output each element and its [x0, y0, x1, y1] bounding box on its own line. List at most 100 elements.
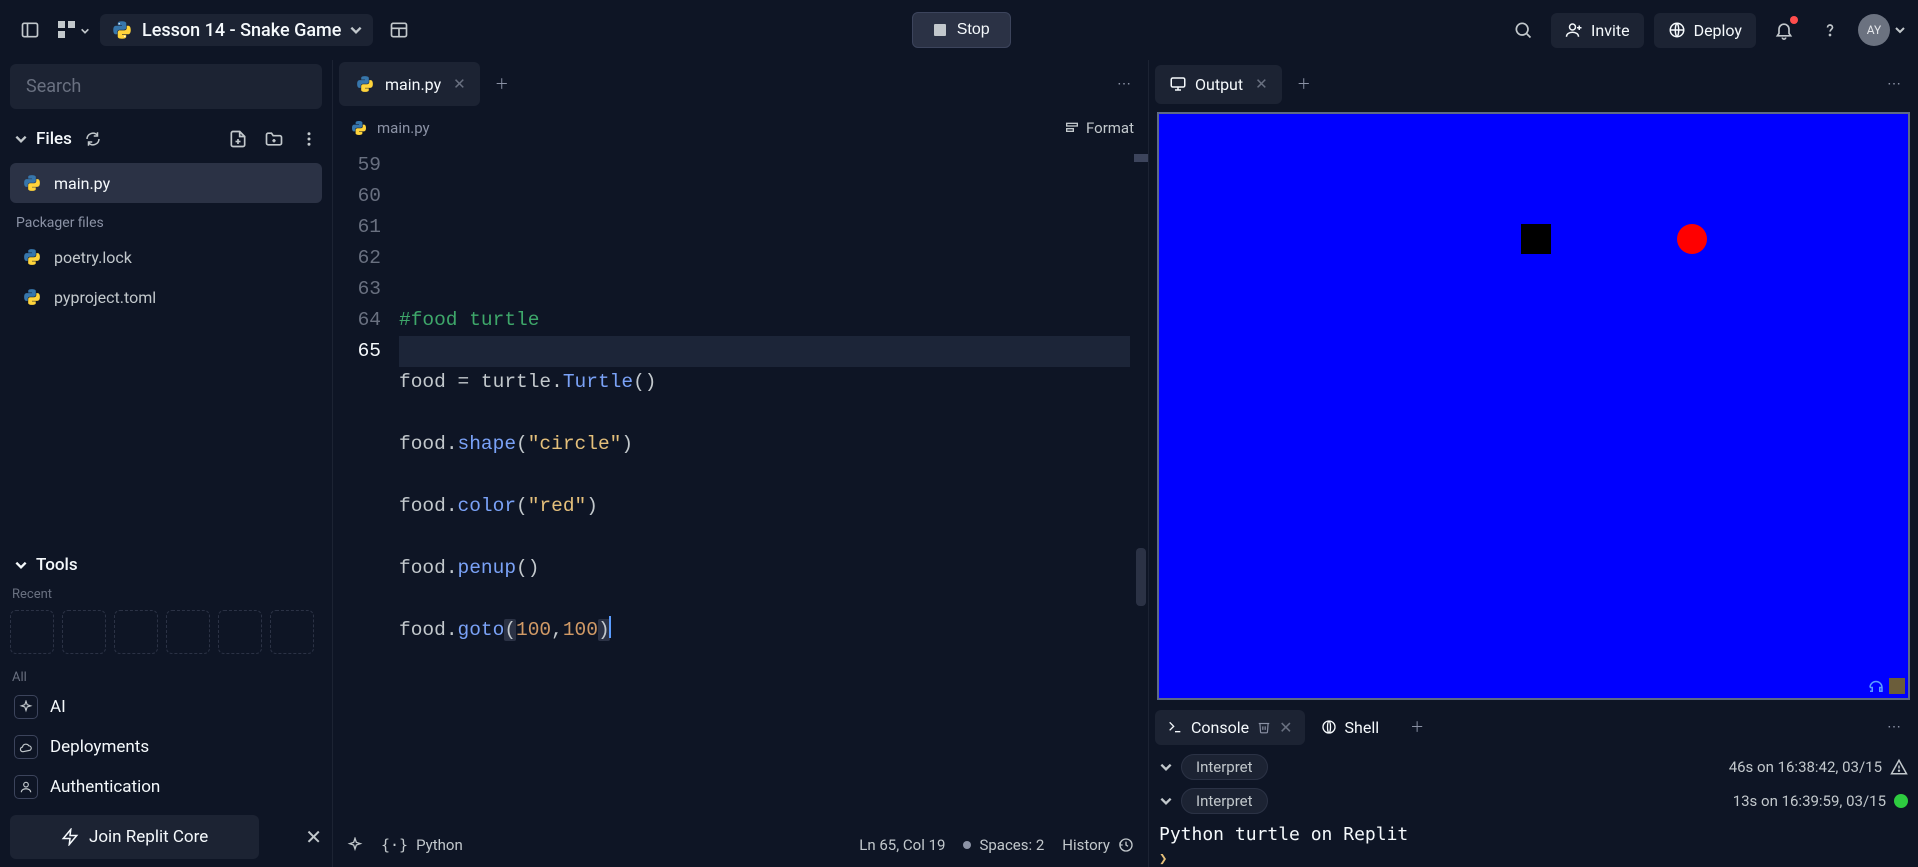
- bolt-icon: [61, 828, 79, 846]
- recent-slot[interactable]: [62, 610, 106, 654]
- ai-status-icon[interactable]: [347, 837, 363, 853]
- language-status[interactable]: {·}Python: [381, 836, 463, 854]
- shell-tab-label: Shell: [1345, 718, 1380, 737]
- more-icon[interactable]: ⋯: [1876, 709, 1912, 745]
- file-name: main.py: [54, 174, 110, 193]
- project-title-text: Lesson 14 - Snake Game: [142, 20, 341, 41]
- tool-deployments[interactable]: Deployments: [10, 727, 322, 767]
- chevron-down-icon[interactable]: [1159, 794, 1181, 808]
- main-area: Search Files main.py Packager files poet…: [0, 60, 1918, 867]
- recent-slot[interactable]: [114, 610, 158, 654]
- close-icon[interactable]: ✕: [1279, 718, 1292, 737]
- python-icon: [20, 245, 44, 269]
- invite-icon: [1565, 21, 1583, 39]
- tab-output[interactable]: Output ✕: [1155, 65, 1282, 104]
- close-icon[interactable]: ✕: [1255, 75, 1268, 93]
- close-icon[interactable]: ✕: [305, 825, 322, 849]
- recent-slot[interactable]: [166, 610, 210, 654]
- python-icon: [347, 116, 371, 140]
- join-replit-core-button[interactable]: Join Replit Core: [10, 815, 259, 859]
- cursor-position[interactable]: Ln 65, Col 19: [859, 836, 945, 854]
- tools-header[interactable]: Tools: [10, 545, 322, 585]
- shell-icon: [1321, 719, 1337, 735]
- add-tab-button[interactable]: ＋: [1286, 66, 1322, 102]
- sync-icon[interactable]: [84, 130, 102, 148]
- status-ok-icon: [1894, 794, 1908, 808]
- new-file-icon[interactable]: [228, 129, 248, 149]
- join-core-label: Join Replit Core: [89, 827, 208, 847]
- file-item-poetry-lock[interactable]: poetry.lock: [10, 237, 322, 277]
- file-name: pyproject.toml: [54, 288, 156, 307]
- python-icon: [353, 72, 377, 96]
- turtle-output-canvas[interactable]: [1157, 112, 1910, 700]
- help-icon[interactable]: [1812, 12, 1848, 48]
- tab-shell[interactable]: Shell: [1309, 710, 1392, 745]
- more-icon[interactable]: [300, 130, 318, 148]
- invite-button[interactable]: Invite: [1551, 13, 1644, 48]
- format-button[interactable]: Format: [1064, 119, 1134, 137]
- recent-slot[interactable]: [218, 610, 262, 654]
- breadcrumb[interactable]: main.py: [377, 119, 430, 137]
- more-icon[interactable]: ⋯: [1106, 66, 1142, 102]
- user-icon: [14, 775, 38, 799]
- search-icon[interactable]: [1505, 12, 1541, 48]
- search-input[interactable]: Search: [10, 64, 322, 109]
- chevron-down-icon: [349, 23, 363, 37]
- files-header[interactable]: Files: [10, 123, 322, 155]
- console-entries: Interpret 46s on 16:38:42, 03/15 Interpr…: [1149, 750, 1918, 818]
- more-icon[interactable]: ⋯: [1876, 66, 1912, 102]
- tab-console[interactable]: Console ✕: [1155, 710, 1305, 745]
- format-label: Format: [1086, 119, 1134, 137]
- file-item-pyproject-toml[interactable]: pyproject.toml: [10, 277, 322, 317]
- console-entry[interactable]: Interpret 46s on 16:38:42, 03/15: [1159, 750, 1908, 784]
- file-item-main-py[interactable]: main.py: [10, 163, 322, 203]
- headphones-icon[interactable]: [1867, 677, 1885, 695]
- tool-authentication[interactable]: Authentication: [10, 767, 322, 807]
- new-folder-icon[interactable]: [264, 129, 284, 149]
- code-lines: #food turtle food = turtle.Turtle() food…: [399, 150, 1148, 823]
- indent-status[interactable]: Spaces: 2: [963, 836, 1044, 854]
- entry-label: Interpret: [1181, 788, 1268, 814]
- sidebar-toggle-icon[interactable]: [12, 12, 48, 48]
- chevron-down-icon[interactable]: [1159, 760, 1181, 774]
- deploy-button[interactable]: Deploy: [1654, 13, 1756, 48]
- notifications-icon[interactable]: [1766, 12, 1802, 48]
- close-icon[interactable]: ✕: [453, 75, 466, 93]
- tool-label: Authentication: [50, 777, 160, 797]
- console-tab-label: Console: [1191, 718, 1249, 737]
- tab-main-py[interactable]: main.py ✕: [339, 62, 480, 106]
- terminal-icon: [1167, 719, 1183, 735]
- recent-label: Recent: [10, 585, 322, 604]
- turtle-food: [1677, 224, 1707, 254]
- tab-label: main.py: [385, 75, 441, 94]
- format-icon: [1064, 120, 1080, 136]
- avatar: AY: [1858, 14, 1890, 46]
- console-prompt[interactable]: ❯: [1149, 851, 1918, 867]
- warning-icon: [1890, 758, 1908, 776]
- scrollbar[interactable]: [1134, 148, 1148, 823]
- python-icon: [20, 285, 44, 309]
- add-tab-button[interactable]: ＋: [1399, 709, 1435, 745]
- console-entry[interactable]: Interpret 13s on 16:39:59, 03/15: [1159, 784, 1908, 818]
- recent-slot[interactable]: [10, 610, 54, 654]
- breadcrumb-row: main.py Format: [333, 108, 1148, 148]
- tool-label: Deployments: [50, 737, 149, 757]
- account-menu[interactable]: AY: [1858, 14, 1906, 46]
- add-tab-button[interactable]: ＋: [484, 66, 520, 102]
- trash-icon[interactable]: [1257, 720, 1271, 734]
- resize-handle[interactable]: [1889, 678, 1905, 694]
- recent-slot[interactable]: [270, 610, 314, 654]
- chevron-down-icon: [1894, 24, 1906, 36]
- packager-label: Packager files: [10, 203, 322, 237]
- history-button[interactable]: History: [1062, 836, 1134, 854]
- code-editor[interactable]: 59606162636465 #food turtle food = turtl…: [333, 148, 1148, 823]
- project-title[interactable]: Lesson 14 - Snake Game: [100, 14, 373, 46]
- tools-label: Tools: [36, 555, 78, 575]
- console-block: Console ✕ Shell ＋ ⋯ Interpret 46s on 16:…: [1149, 704, 1918, 867]
- tool-ai[interactable]: AI: [10, 687, 322, 727]
- python-icon: [110, 18, 134, 42]
- stop-button[interactable]: Stop: [912, 12, 1011, 48]
- layout-icon[interactable]: [381, 12, 417, 48]
- invite-label: Invite: [1591, 21, 1630, 40]
- apps-menu-icon[interactable]: [56, 12, 92, 48]
